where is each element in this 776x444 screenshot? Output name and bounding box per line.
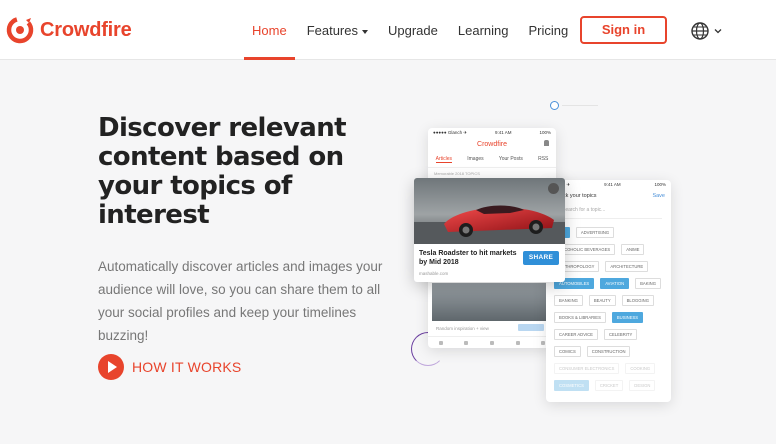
topic-chip: career advice bbox=[554, 329, 598, 340]
save-link: Save bbox=[652, 193, 665, 199]
topic-chip: business bbox=[611, 312, 644, 323]
share-button-mini bbox=[518, 324, 544, 331]
nav-home-label: Home bbox=[252, 23, 287, 38]
topic-chip: books & libraries bbox=[554, 312, 606, 323]
globe-icon bbox=[691, 22, 709, 40]
how-it-works-link[interactable]: HOW IT WORKS bbox=[98, 354, 241, 380]
article-image bbox=[432, 283, 550, 321]
nav-pricing[interactable]: Pricing bbox=[528, 0, 568, 60]
hero-description: Automatically discover articles and imag… bbox=[98, 259, 383, 343]
chevron-down-icon bbox=[362, 29, 368, 34]
tab-articles: Articles bbox=[435, 156, 453, 163]
topic-chip: anime bbox=[621, 244, 645, 255]
calendar-icon bbox=[515, 340, 520, 345]
topic-chip: aviation bbox=[600, 278, 630, 289]
language-selector[interactable] bbox=[690, 21, 723, 41]
card-menu-icon bbox=[548, 183, 559, 194]
status-battery: 100% bbox=[654, 182, 666, 187]
article-card: Tesla Roadster to hit markets by Mid 201… bbox=[414, 178, 565, 282]
article-title: Tesla Roadster to hit markets by Mid 201… bbox=[419, 250, 517, 266]
nav-home[interactable]: Home bbox=[244, 0, 295, 60]
app-footer-nav bbox=[428, 336, 556, 348]
car-image bbox=[414, 178, 565, 244]
topic-chip: design bbox=[629, 380, 656, 391]
topic-chip: beauty bbox=[588, 295, 616, 306]
topic-chip: blogging bbox=[621, 295, 654, 306]
play-icon bbox=[98, 354, 124, 380]
profile-icon bbox=[541, 340, 546, 345]
decorative-dot bbox=[550, 101, 559, 110]
topic-search: Search for a topic... bbox=[562, 207, 662, 219]
topic-chip: comics bbox=[554, 346, 581, 357]
home-icon bbox=[438, 340, 443, 345]
tab-rss: RSS bbox=[538, 156, 549, 162]
chevron-down-icon bbox=[714, 29, 722, 34]
topic-chip: architecture bbox=[605, 261, 649, 272]
nav-features-label: Features bbox=[306, 23, 358, 38]
main-nav: Home Features Upgrade Learning Pricing bbox=[244, 0, 588, 60]
status-time: 9:41 AM bbox=[495, 130, 512, 135]
topic-chip: celebrity bbox=[603, 329, 638, 340]
search-icon bbox=[464, 340, 469, 345]
topic-chip: banking bbox=[554, 295, 583, 306]
nav-upgrade[interactable]: Upgrade bbox=[388, 0, 438, 60]
topics-subheading: Memorable 2018 TOPICS bbox=[434, 171, 480, 176]
topic-chip: construction bbox=[586, 346, 631, 357]
tab-images: Images bbox=[467, 156, 484, 162]
topic-chip: cricket bbox=[594, 380, 624, 391]
crowdfire-logo-icon bbox=[6, 16, 34, 44]
topic-chip: cooking bbox=[625, 363, 656, 374]
crowdfire-logo[interactable]: Crowdfire bbox=[6, 16, 132, 44]
article-source: mashable.com bbox=[419, 271, 449, 276]
top-header: Crowdfire Home Features Upgrade Learning… bbox=[0, 0, 776, 60]
sign-in-button[interactable]: Sign in bbox=[580, 16, 667, 44]
topic-chip: cosmetics bbox=[554, 380, 589, 391]
share-button: SHARE bbox=[523, 251, 559, 265]
app-tabs: Articles Images Your Posts RSS bbox=[428, 156, 556, 168]
status-carrier: ●●●●● Glanch ✈ bbox=[433, 130, 468, 135]
nav-pricing-label: Pricing bbox=[528, 23, 569, 38]
status-bar: ●●●●● Glanch ✈ 9:41 AM 100% bbox=[428, 128, 556, 137]
brand-name: Crowdfire bbox=[40, 18, 132, 41]
compose-icon bbox=[489, 340, 494, 345]
status-time: 9:41 AM bbox=[604, 182, 621, 187]
nav-learning-label: Learning bbox=[457, 23, 509, 38]
nav-upgrade-label: Upgrade bbox=[388, 23, 438, 38]
decorative-line bbox=[562, 105, 598, 106]
article-caption: Random inspiration + view bbox=[436, 326, 489, 331]
tab-your-posts: Your Posts bbox=[498, 156, 523, 162]
bell-icon bbox=[544, 140, 549, 146]
topic-chip: baking bbox=[635, 278, 661, 289]
topic-chip: Advertising bbox=[575, 227, 615, 238]
nav-features[interactable]: Features bbox=[307, 0, 368, 60]
status-battery: 100% bbox=[539, 130, 551, 135]
topic-chip: consumer electronics bbox=[554, 363, 620, 374]
how-it-works-label: HOW IT WORKS bbox=[132, 359, 242, 375]
app-brand: Crowdfire bbox=[477, 141, 507, 148]
nav-learning[interactable]: Learning bbox=[458, 0, 509, 60]
hero-title: Discover relevant content based on your … bbox=[98, 113, 347, 230]
